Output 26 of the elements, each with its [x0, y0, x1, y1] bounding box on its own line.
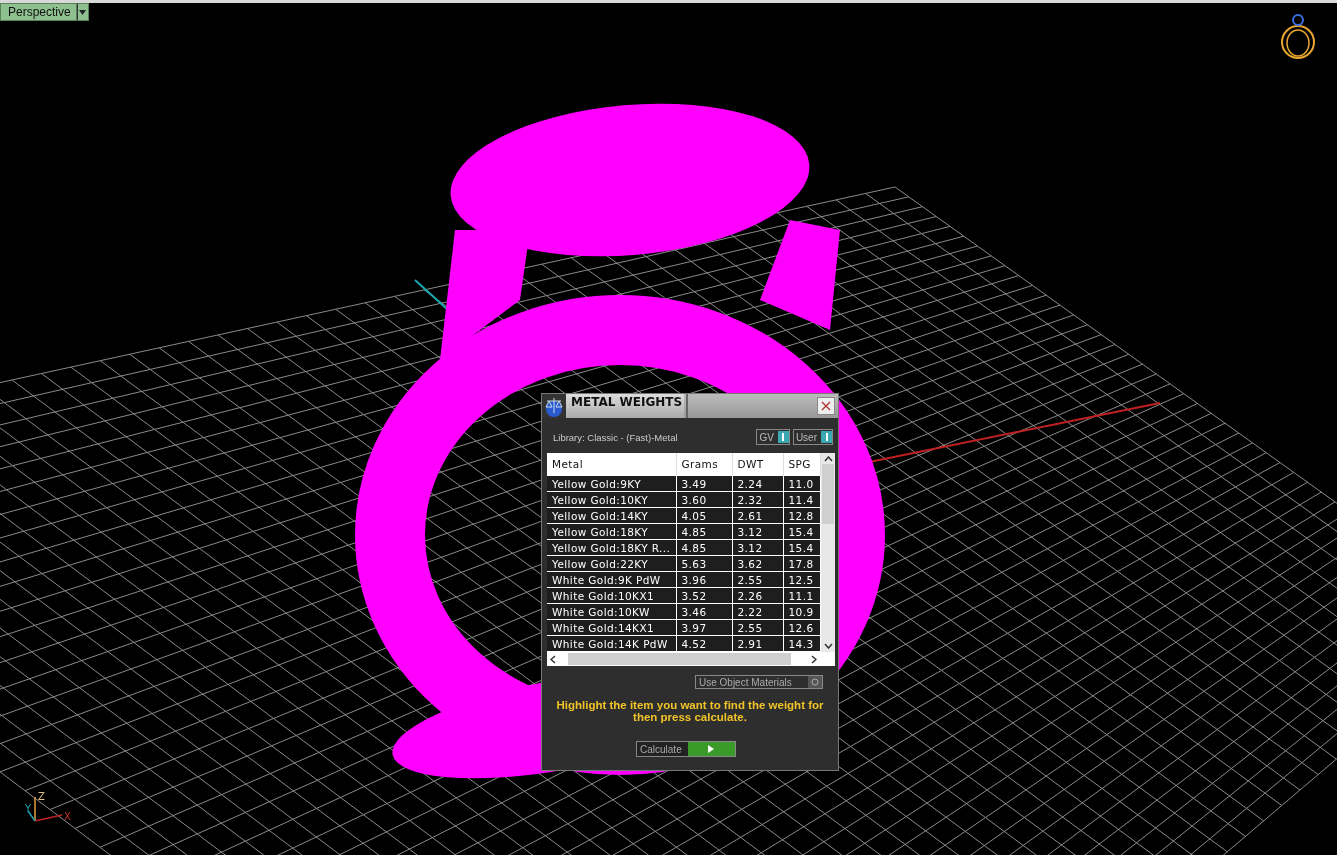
- dialog-title: METAL WEIGHTS: [566, 394, 684, 418]
- close-button[interactable]: [817, 397, 835, 415]
- radio-icon: [811, 678, 819, 686]
- calculate-button[interactable]: Calculate: [636, 741, 736, 757]
- table-cell: 3.49: [676, 475, 732, 492]
- toggle-button[interactable]: User: [792, 429, 833, 445]
- library-label: Library: Classic - (Fast)-Metal: [553, 431, 678, 443]
- table-cell: 11.0: [783, 475, 821, 492]
- table-cell: 2.24: [732, 475, 783, 492]
- instruction-text: Highlight the item you want to find the weight for then press calculate.: [555, 699, 825, 723]
- use-object-materials-toggle[interactable]: Use Object Materials: [695, 675, 823, 689]
- column-header[interactable]: Grams: [676, 453, 732, 476]
- axis-label: Z: [38, 791, 45, 802]
- caret-icon: [79, 9, 87, 15]
- close-icon: [821, 401, 831, 411]
- scale-icon: [543, 395, 565, 417]
- column-header[interactable]: SPG: [783, 453, 821, 476]
- vertical-scrollbar[interactable]: [821, 453, 835, 652]
- column-header[interactable]: DWT: [732, 453, 783, 476]
- toggle-button[interactable]: GV: [756, 429, 790, 445]
- table-cell: Yellow Gold:9KY: [547, 475, 676, 492]
- axis-label: X: [64, 811, 71, 822]
- play-icon: [708, 745, 715, 753]
- viewport-label[interactable]: Perspective: [0, 3, 77, 21]
- column-header[interactable]: Metal: [547, 453, 676, 476]
- ring-icon[interactable]: [1278, 12, 1318, 62]
